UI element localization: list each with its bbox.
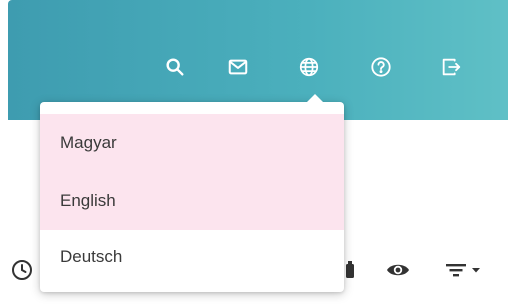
language-label: English	[60, 191, 116, 210]
globe-icon[interactable]	[294, 52, 324, 82]
language-label: Deutsch	[60, 247, 123, 266]
mail-icon[interactable]	[223, 52, 253, 82]
language-label: Magyar	[60, 133, 117, 152]
language-option-english[interactable]: English	[40, 172, 344, 230]
language-option-magyar[interactable]: Magyar	[40, 114, 344, 172]
logout-icon[interactable]	[436, 52, 466, 82]
help-icon[interactable]	[366, 52, 396, 82]
clock-icon[interactable]	[8, 256, 36, 284]
language-dropdown: Magyar English Deutsch	[40, 94, 344, 292]
eye-icon[interactable]	[384, 256, 412, 284]
filter-icon[interactable]	[440, 256, 488, 284]
search-icon[interactable]	[160, 52, 190, 82]
page-left-margin	[0, 0, 8, 304]
language-option-deutsch[interactable]: Deutsch	[40, 228, 344, 286]
